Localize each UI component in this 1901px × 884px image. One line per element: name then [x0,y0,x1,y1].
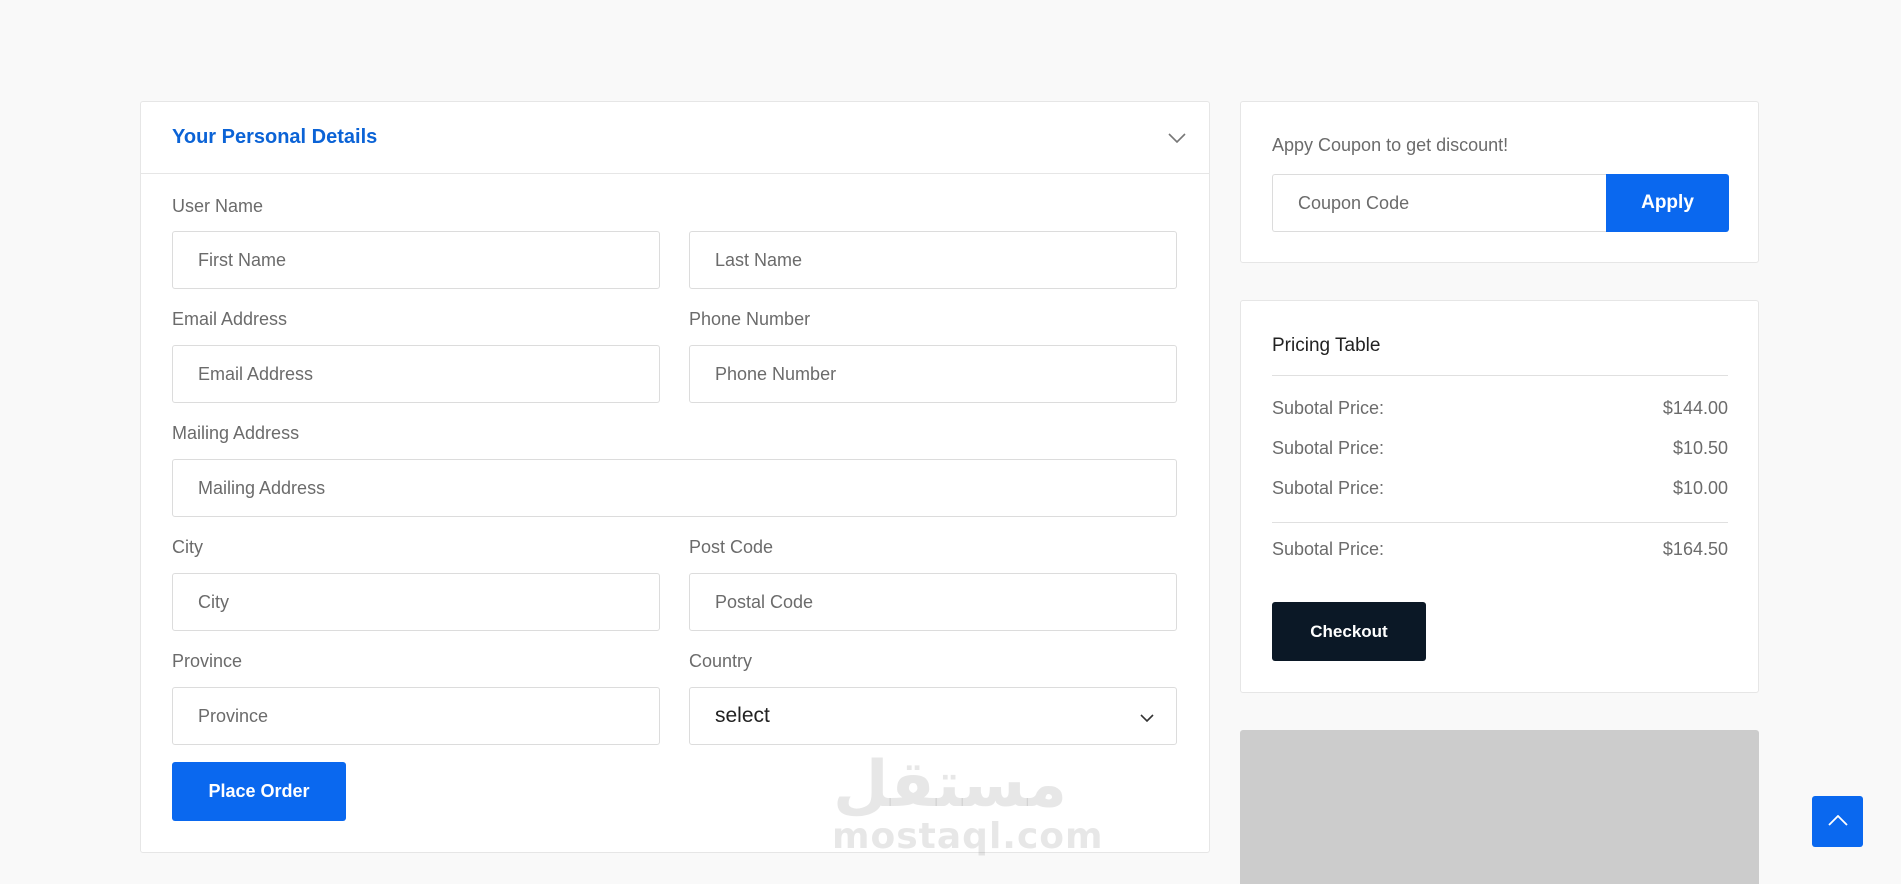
province-input[interactable] [172,687,660,745]
user-name-label: User Name [172,196,264,216]
place-order-button[interactable]: Place Order [172,762,346,821]
country-label: Country [689,651,753,671]
price-row-label: Subotal Price: [1272,438,1385,458]
price-row-value: $10.00 [1672,478,1728,498]
price-row: Subotal Price: $10.00 [1272,478,1728,499]
scroll-to-top-button[interactable] [1812,796,1863,847]
personal-details-header[interactable]: Your Personal Details [141,102,1209,174]
checkout-button[interactable]: Checkout [1272,602,1426,661]
price-total-row: Subotal Price: $164.50 [1272,539,1728,560]
first-name-input[interactable] [172,231,660,289]
mailing-address-input[interactable] [172,459,1177,517]
chevron-down-icon [1140,704,1154,728]
city-label: City [172,537,203,557]
price-row: Subotal Price: $144.00 [1272,398,1728,419]
pricing-divider [1272,522,1728,523]
chevron-down-icon[interactable] [1165,126,1189,150]
email-label: Email Address [172,309,288,329]
country-select[interactable]: select [689,687,1177,745]
email-input[interactable] [172,345,660,403]
image-placeholder [1240,730,1759,884]
phone-label: Phone Number [689,309,811,329]
coupon-prompt: Appy Coupon to get discount! [1272,135,1509,155]
price-row-label: Subotal Price: [1272,398,1385,418]
personal-details-title: Your Personal Details [172,126,378,148]
price-row-value: $10.50 [1672,438,1728,458]
pricing-divider [1272,375,1728,376]
phone-input[interactable] [689,345,1177,403]
post-code-label: Post Code [689,537,774,557]
personal-details-panel: Your Personal Details User Name Email Ad… [140,101,1210,853]
price-row-value: $144.00 [1662,398,1728,418]
price-total-label: Subotal Price: [1272,539,1385,559]
price-row-label: Subotal Price: [1272,478,1385,498]
country-select-value: select [715,704,770,727]
price-total-value: $164.50 [1662,539,1728,559]
price-row: Subotal Price: $10.50 [1272,438,1728,459]
apply-coupon-button[interactable]: Apply [1606,174,1729,232]
pricing-table-title: Pricing Table [1272,335,1381,356]
province-label: Province [172,651,243,671]
coupon-card: Appy Coupon to get discount! Apply [1240,101,1759,263]
pricing-table-card: Pricing Table Subotal Price: $144.00 Sub… [1240,300,1759,693]
coupon-code-input[interactable] [1272,174,1607,232]
last-name-input[interactable] [689,231,1177,289]
city-input[interactable] [172,573,660,631]
mailing-address-label: Mailing Address [172,423,300,443]
chevron-up-icon [1827,813,1848,831]
postal-code-input[interactable] [689,573,1177,631]
